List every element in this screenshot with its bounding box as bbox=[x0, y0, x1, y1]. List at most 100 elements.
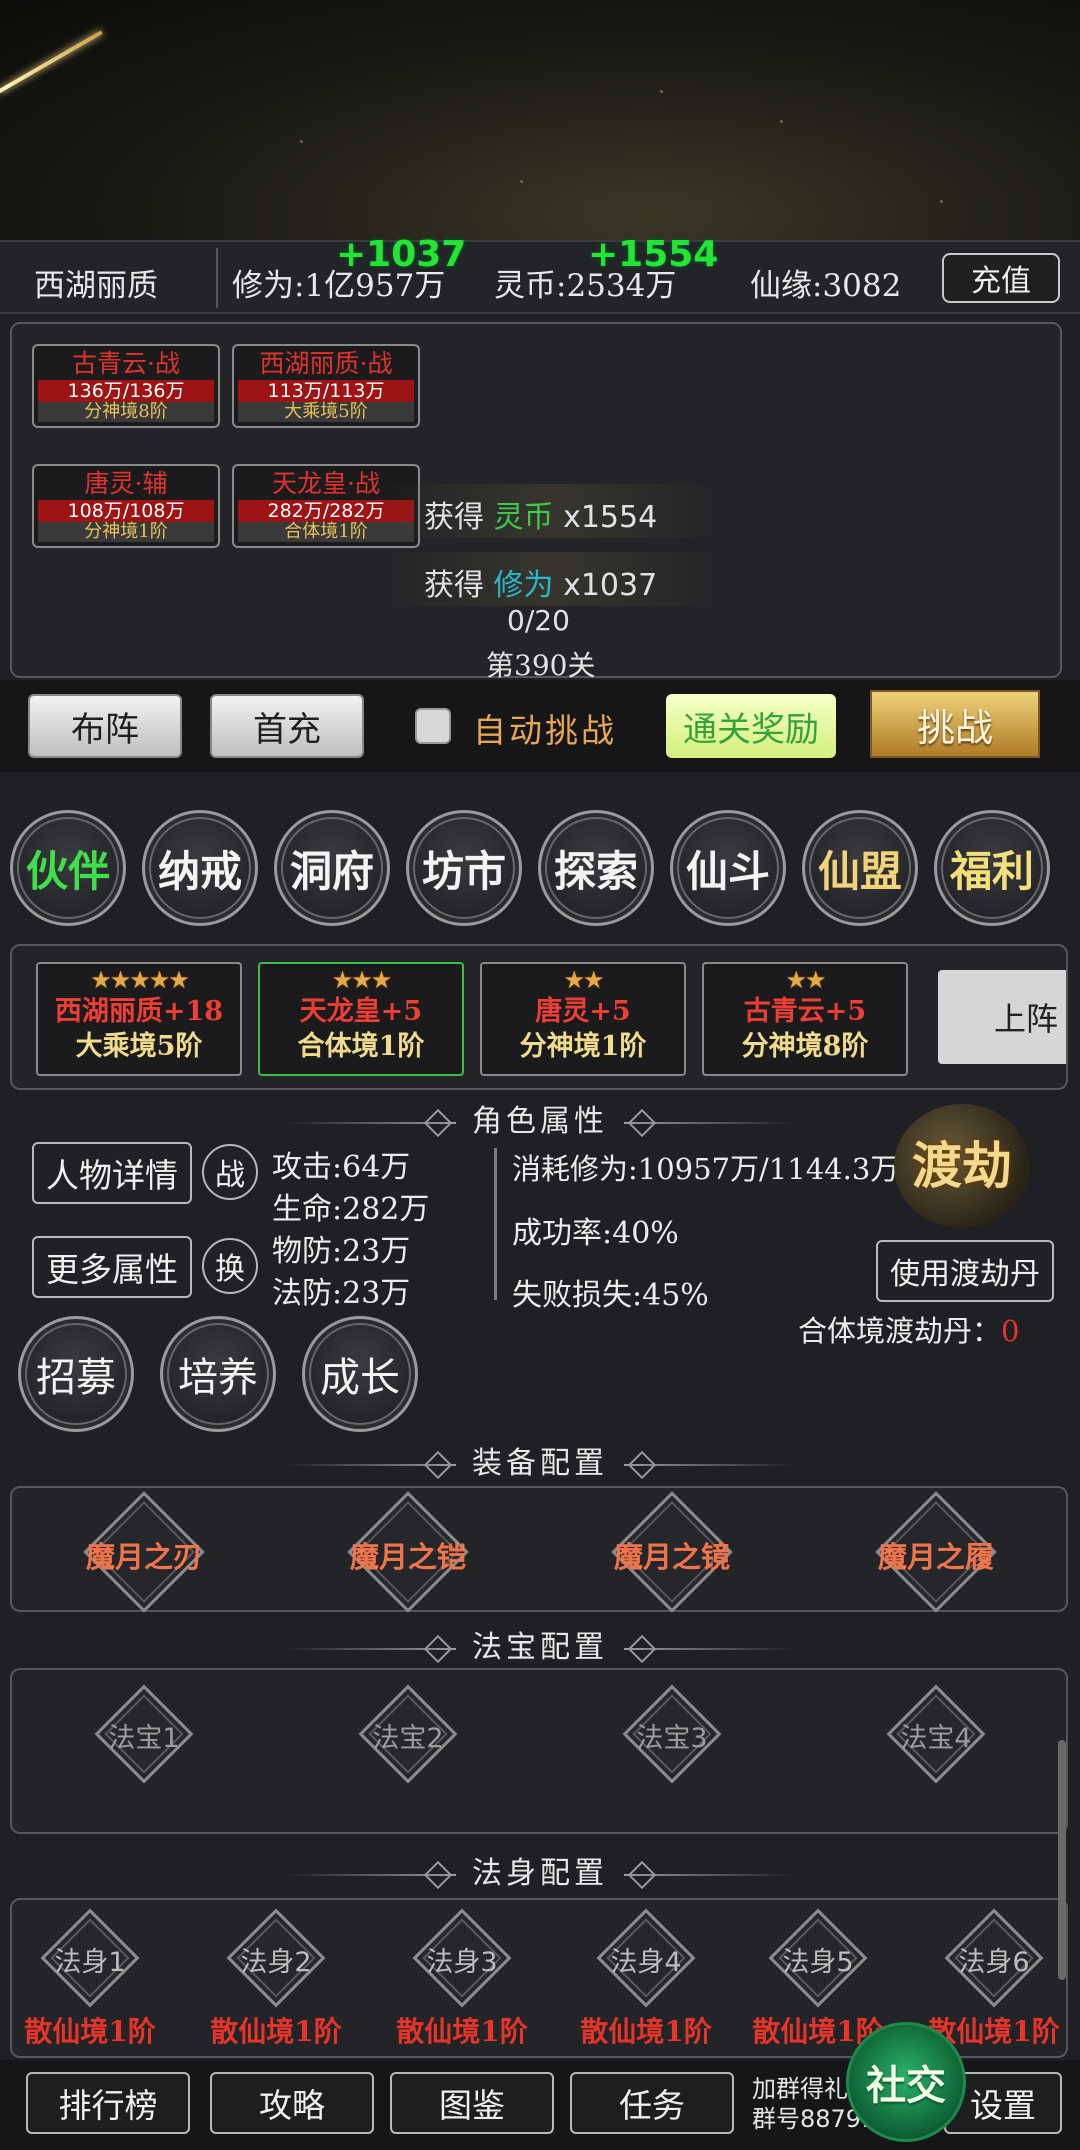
guide-button[interactable]: 攻略 bbox=[210, 2072, 374, 2134]
team-card-name: 唐灵·辅 bbox=[84, 469, 168, 498]
avatar-slot-label: 法身4 bbox=[610, 1947, 682, 1978]
menu-button[interactable]: 福利 bbox=[934, 810, 1050, 926]
swap-badge[interactable]: 换 bbox=[202, 1238, 258, 1294]
avatar-slot-label: 法身5 bbox=[782, 1947, 854, 1978]
team-card-name: 西湖丽质·战 bbox=[259, 349, 393, 378]
menu-button[interactable]: 伙伴 bbox=[10, 810, 126, 926]
partner-level: 大乘境5阶 bbox=[75, 1031, 203, 1062]
resource-bar: 西湖丽质 修为:1亿957万 +1037 灵币:2534万 +1554 仙缘:3… bbox=[0, 234, 1080, 314]
team-card-level: 大乘境5阶 bbox=[238, 402, 414, 422]
more-attributes-button[interactable]: 更多属性 bbox=[32, 1236, 192, 1298]
partner-panel: ★★★★★ 西湖丽质+18 大乘境5阶 ★★★ 天龙皇+5 合体境1阶 ★★ 唐… bbox=[10, 944, 1068, 1090]
scrollbar[interactable] bbox=[1058, 1740, 1066, 1980]
attack-stat: 攻击:64万 bbox=[272, 1150, 411, 1185]
menu-button[interactable]: 探索 bbox=[538, 810, 654, 926]
team-card-name: 古青云·战 bbox=[72, 349, 180, 378]
treasure-slot-label: 法宝3 bbox=[636, 1723, 708, 1754]
avatar-slot-level: 散仙境1阶 bbox=[210, 2015, 342, 2048]
gain-prefix: 获得 bbox=[424, 568, 484, 603]
menu-button[interactable]: 仙斗 bbox=[670, 810, 786, 926]
menu-button[interactable]: 洞府 bbox=[274, 810, 390, 926]
team-card-hp: 108万/108万 bbox=[38, 500, 214, 522]
menu-button[interactable]: 纳戒 bbox=[142, 810, 258, 926]
recharge-button[interactable]: 充值 bbox=[942, 253, 1060, 303]
team-card[interactable]: 唐灵·辅 108万/108万 分神境1阶 bbox=[32, 464, 220, 548]
team-card[interactable]: 古青云·战 136万/136万 分神境8阶 bbox=[32, 344, 220, 428]
star-icon: ★★ bbox=[785, 966, 826, 994]
success-rate: 成功率:40% bbox=[512, 1216, 679, 1251]
divider bbox=[216, 248, 218, 308]
deploy-button[interactable]: 上阵 bbox=[938, 970, 1066, 1064]
social-button[interactable]: 社交 bbox=[846, 2022, 966, 2142]
avatar-slot-label: 法身1 bbox=[54, 1947, 126, 1978]
scene-banner bbox=[0, 0, 1080, 240]
treasure-slot-label: 法宝2 bbox=[372, 1723, 444, 1754]
partner-card[interactable]: ★★ 唐灵+5 分神境1阶 bbox=[480, 962, 686, 1076]
gain-key: 修为 bbox=[493, 568, 554, 603]
challenge-button[interactable]: 挑战 bbox=[870, 690, 1040, 758]
equipment-slot-label: 魔月之履 bbox=[877, 1540, 994, 1574]
star-icon: ★★★★★ bbox=[90, 966, 190, 994]
auto-challenge-checkbox[interactable] bbox=[415, 708, 451, 744]
gain-amount: x1554 bbox=[563, 500, 658, 535]
task-button[interactable]: 任务 bbox=[570, 2072, 734, 2134]
section-title-equipment: 装备配置 bbox=[0, 1438, 1080, 1482]
gain-coins-text: 获得 灵币 x1554 bbox=[424, 492, 657, 536]
character-detail-button[interactable]: 人物详情 bbox=[32, 1142, 192, 1204]
first-charge-button[interactable]: 首充 bbox=[210, 694, 364, 758]
team-card-level: 分神境1阶 bbox=[38, 522, 214, 542]
gain-prefix: 获得 bbox=[424, 500, 484, 535]
train-button[interactable]: 培养 bbox=[160, 1316, 276, 1432]
partner-name: 古青云+5 bbox=[743, 996, 867, 1027]
stage-number: 第390关 bbox=[486, 649, 596, 682]
avatar-slot-level: 散仙境1阶 bbox=[24, 2015, 156, 2048]
team-card-level: 分神境8阶 bbox=[38, 402, 214, 422]
team-card[interactable]: 西湖丽质·战 113万/113万 大乘境5阶 bbox=[232, 344, 420, 428]
ranking-button[interactable]: 排行榜 bbox=[26, 2072, 190, 2134]
physical-defense-stat: 物防:23万 bbox=[272, 1234, 411, 1269]
gain-cultivation-text: 获得 修为 x1037 bbox=[424, 560, 657, 604]
partner-card[interactable]: ★★★ 天龙皇+5 合体境1阶 bbox=[258, 962, 464, 1076]
consume-cultivation: 消耗修为:10957万/1144.3万 bbox=[512, 1152, 900, 1186]
avatar-slot-label: 法身2 bbox=[240, 1947, 312, 1978]
battle-panel: 古青云·战 136万/136万 分神境8阶 西湖丽质·战 113万/113万 大… bbox=[10, 322, 1062, 682]
tribulation-icon[interactable]: 渡劫 bbox=[894, 1104, 1030, 1228]
menu-button[interactable]: 坊市 bbox=[406, 810, 522, 926]
gain-key: 灵币 bbox=[493, 500, 554, 535]
auto-challenge-label: 自动挑战 bbox=[473, 711, 617, 750]
magic-defense-stat: 法防:23万 bbox=[272, 1276, 411, 1311]
equipment-slot-label: 魔月之铠 bbox=[349, 1540, 466, 1574]
team-card-hp: 136万/136万 bbox=[38, 380, 214, 402]
menu-button[interactable]: 仙盟 bbox=[802, 810, 918, 926]
partner-card[interactable]: ★★ 古青云+5 分神境8阶 bbox=[702, 962, 908, 1076]
partner-level: 分神境8阶 bbox=[741, 1031, 869, 1062]
fail-loss: 失败损失:45% bbox=[512, 1278, 709, 1313]
avatar-slot-level: 散仙境1阶 bbox=[580, 2015, 712, 2048]
section-title-avatars: 法身配置 bbox=[0, 1848, 1080, 1892]
light-streak bbox=[0, 30, 103, 94]
formation-button[interactable]: 布阵 bbox=[28, 694, 182, 758]
equipment-slot-label: 魔月之刃 bbox=[85, 1540, 202, 1574]
gain-amount: x1037 bbox=[563, 568, 658, 603]
player-name[interactable]: 西湖丽质 bbox=[34, 260, 158, 305]
use-tribulation-pill-button[interactable]: 使用渡劫丹 bbox=[876, 1240, 1054, 1302]
treasure-slot-label: 法宝1 bbox=[108, 1723, 180, 1754]
cultivation-gain-popup: +1037 bbox=[336, 234, 467, 275]
coins-gain-popup: +1554 bbox=[588, 234, 719, 275]
grow-button[interactable]: 成长 bbox=[302, 1316, 418, 1432]
star-icon: ★★ bbox=[563, 966, 604, 994]
codex-button[interactable]: 图鉴 bbox=[390, 2072, 554, 2134]
partner-name: 天龙皇+5 bbox=[299, 996, 423, 1027]
avatar-slot-label: 法身3 bbox=[426, 1947, 498, 1978]
equipment-slot-label: 魔月之镜 bbox=[613, 1540, 730, 1574]
recruit-button[interactable]: 招募 bbox=[18, 1316, 134, 1432]
battle-badge[interactable]: 战 bbox=[202, 1144, 258, 1200]
tribulation-pill-count: 合体境渡劫丹：0 bbox=[798, 1308, 1019, 1350]
pill-count: 0 bbox=[1001, 1314, 1020, 1348]
avatar-slot-label: 法身6 bbox=[958, 1947, 1030, 1978]
wave-progress: 0/20 bbox=[507, 604, 570, 637]
partner-card[interactable]: ★★★★★ 西湖丽质+18 大乘境5阶 bbox=[36, 962, 242, 1076]
avatar-slot-level: 散仙境1阶 bbox=[396, 2015, 528, 2048]
clear-reward-button[interactable]: 通关奖励 bbox=[666, 694, 836, 758]
action-bar: 布阵 首充 自动挑战 通关奖励 挑战 bbox=[0, 680, 1080, 772]
